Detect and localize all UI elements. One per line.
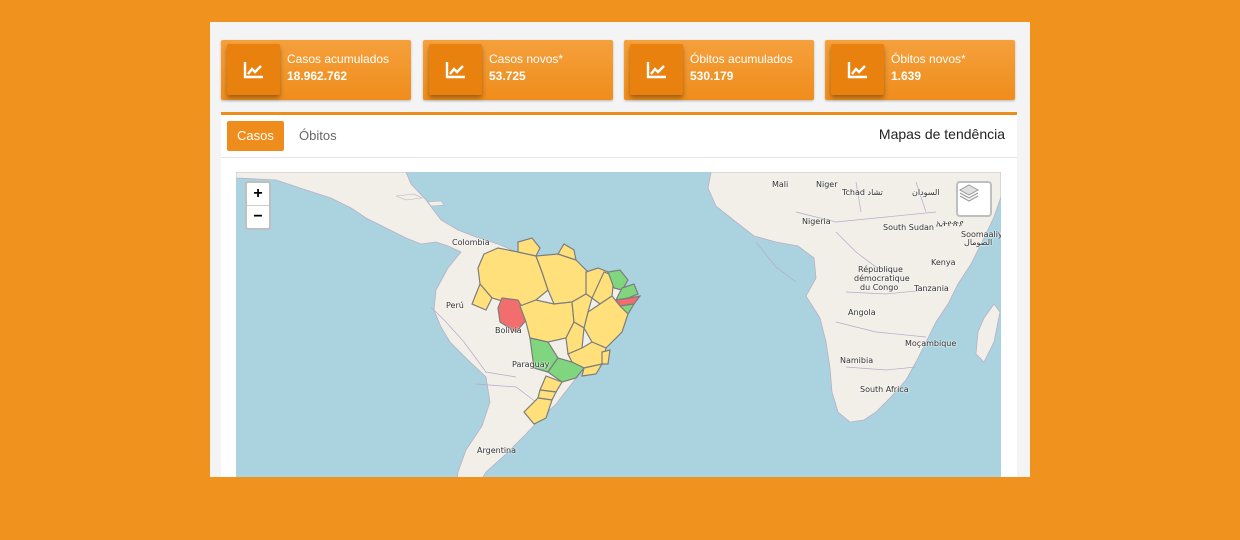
stat-value: 18.962.762: [287, 69, 348, 83]
map-label: démocratique: [854, 274, 910, 283]
zoom-control: + −: [245, 181, 271, 230]
trending-up-icon: [831, 44, 884, 95]
map-label: Namibia: [840, 356, 874, 365]
map-label: Nigeria: [802, 217, 831, 226]
stat-card-casos-novos: Casos novos* 53.725: [423, 40, 613, 100]
stat-value: 1.639: [891, 69, 922, 83]
stat-label: Casos novos*: [489, 52, 564, 66]
stat-value: 530.179: [690, 69, 734, 83]
tab-casos[interactable]: Casos: [227, 121, 284, 151]
map-label: Kenya: [931, 258, 956, 267]
zoom-out-button[interactable]: −: [247, 206, 269, 228]
tab-bar: Casos Óbitos Mapas de tendência: [221, 115, 1017, 158]
trend-map-card: Casos Óbitos Mapas de tendência Mali Nig…: [221, 112, 1017, 477]
stat-label: Casos acumulados: [287, 52, 390, 66]
map-label: Bolivia: [495, 326, 522, 335]
stats-row: Casos acumulados 18.962.762 Casos novos*…: [221, 40, 1017, 100]
stat-card-obitos-novos: Óbitos novos* 1.639: [825, 40, 1015, 100]
tab-obitos[interactable]: Óbitos: [289, 121, 347, 151]
stat-value: 53.725: [489, 69, 526, 83]
map-label: الصومال: [964, 238, 993, 247]
map-label: Colombia: [452, 238, 490, 247]
stat-card-obitos-acumulados: Óbitos acumulados 530.179: [624, 40, 814, 100]
map-view[interactable]: Mali Niger Tchad تشاد السودان Nigeria So…: [236, 172, 1001, 477]
layers-icon: [958, 184, 980, 202]
map-label: Moçambique: [905, 339, 957, 348]
trending-up-icon: [429, 44, 482, 95]
map-label: Mali: [772, 180, 789, 189]
stat-label: Óbitos novos*: [891, 52, 966, 66]
map-label: South Sudan: [883, 223, 934, 232]
map-label: South Africa: [860, 385, 909, 394]
trending-up-icon: [227, 44, 280, 95]
layers-button[interactable]: [956, 181, 992, 217]
map-label: Tanzania: [914, 284, 949, 293]
stat-label: Óbitos acumulados: [690, 52, 793, 66]
map-label: Argentina: [477, 446, 517, 455]
state-espirito-santo: [601, 349, 611, 365]
state-roraima: [517, 237, 541, 257]
zoom-in-button[interactable]: +: [247, 183, 269, 206]
map-label: Tchad تشاد: [842, 188, 883, 197]
map-label: Niger: [816, 180, 838, 189]
stat-card-casos-acumulados: Casos acumulados 18.962.762: [221, 40, 411, 100]
map-label: Perú: [446, 301, 464, 310]
map-label: ኢትዮጵያ: [936, 219, 964, 228]
map-label: Paraguay: [512, 360, 550, 369]
trending-up-icon: [630, 44, 683, 95]
map-label: République: [858, 265, 903, 274]
map-label: Angola: [848, 308, 876, 317]
map-label: السودان: [912, 188, 940, 197]
map-canvas: [236, 172, 1001, 477]
map-label: du Congo: [860, 283, 899, 292]
card-title: Mapas de tendência: [878, 126, 1005, 142]
dashboard-panel: Casos acumulados 18.962.762 Casos novos*…: [210, 22, 1030, 477]
